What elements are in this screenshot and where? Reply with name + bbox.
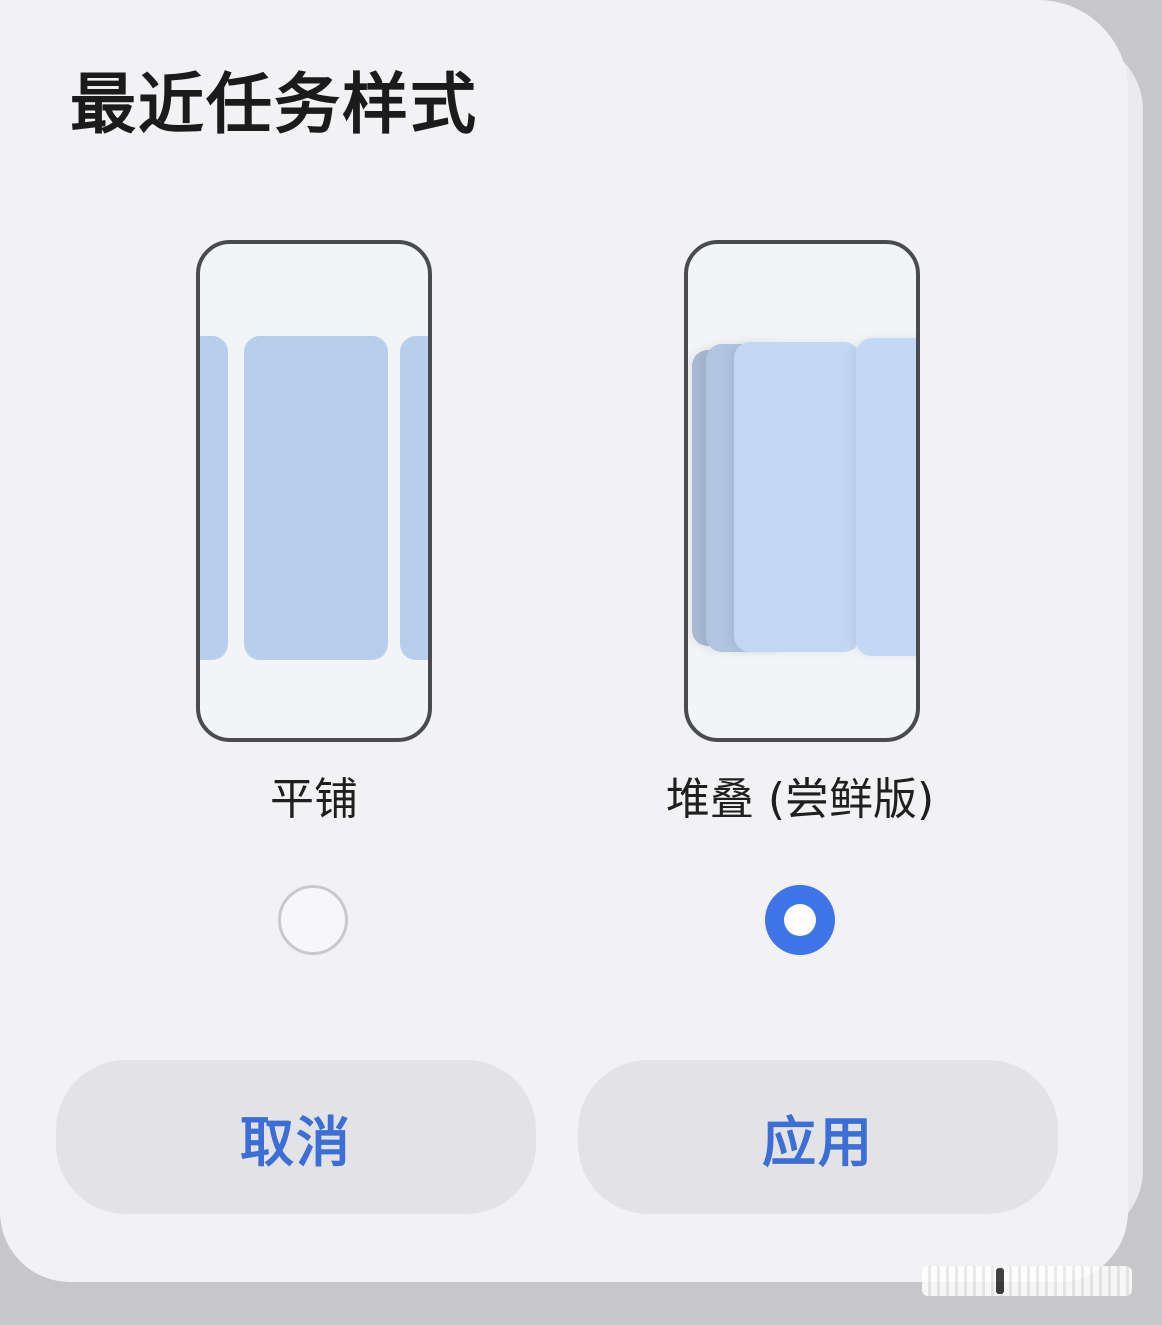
stack-option-radio[interactable] bbox=[765, 885, 835, 955]
watermark-logo bbox=[922, 1266, 1132, 1296]
stack-preview-front-card bbox=[734, 342, 860, 652]
tile-style-preview[interactable] bbox=[196, 240, 432, 742]
tile-option-radio[interactable] bbox=[278, 885, 348, 955]
tile-preview-center-card bbox=[244, 336, 388, 660]
cancel-button[interactable]: 取消 bbox=[56, 1060, 536, 1214]
stack-style-preview[interactable] bbox=[684, 240, 920, 742]
dialog-title: 最近任务样式 bbox=[70, 66, 478, 143]
watermark-bar bbox=[996, 1268, 1004, 1294]
radio-selected-dot bbox=[784, 904, 816, 936]
stack-preview-next-card bbox=[856, 338, 916, 656]
stack-option-label: 堆叠 (尝鲜版) bbox=[665, 774, 935, 825]
tile-preview-right-card bbox=[400, 336, 428, 660]
apply-button[interactable]: 应用 bbox=[578, 1060, 1058, 1214]
tile-option-label: 平铺 bbox=[270, 774, 358, 825]
tile-preview-left-card bbox=[200, 336, 228, 660]
recent-tasks-style-dialog: 最近任务样式 平铺 堆叠 (尝鲜版) 取消 应用 bbox=[0, 0, 1128, 1282]
